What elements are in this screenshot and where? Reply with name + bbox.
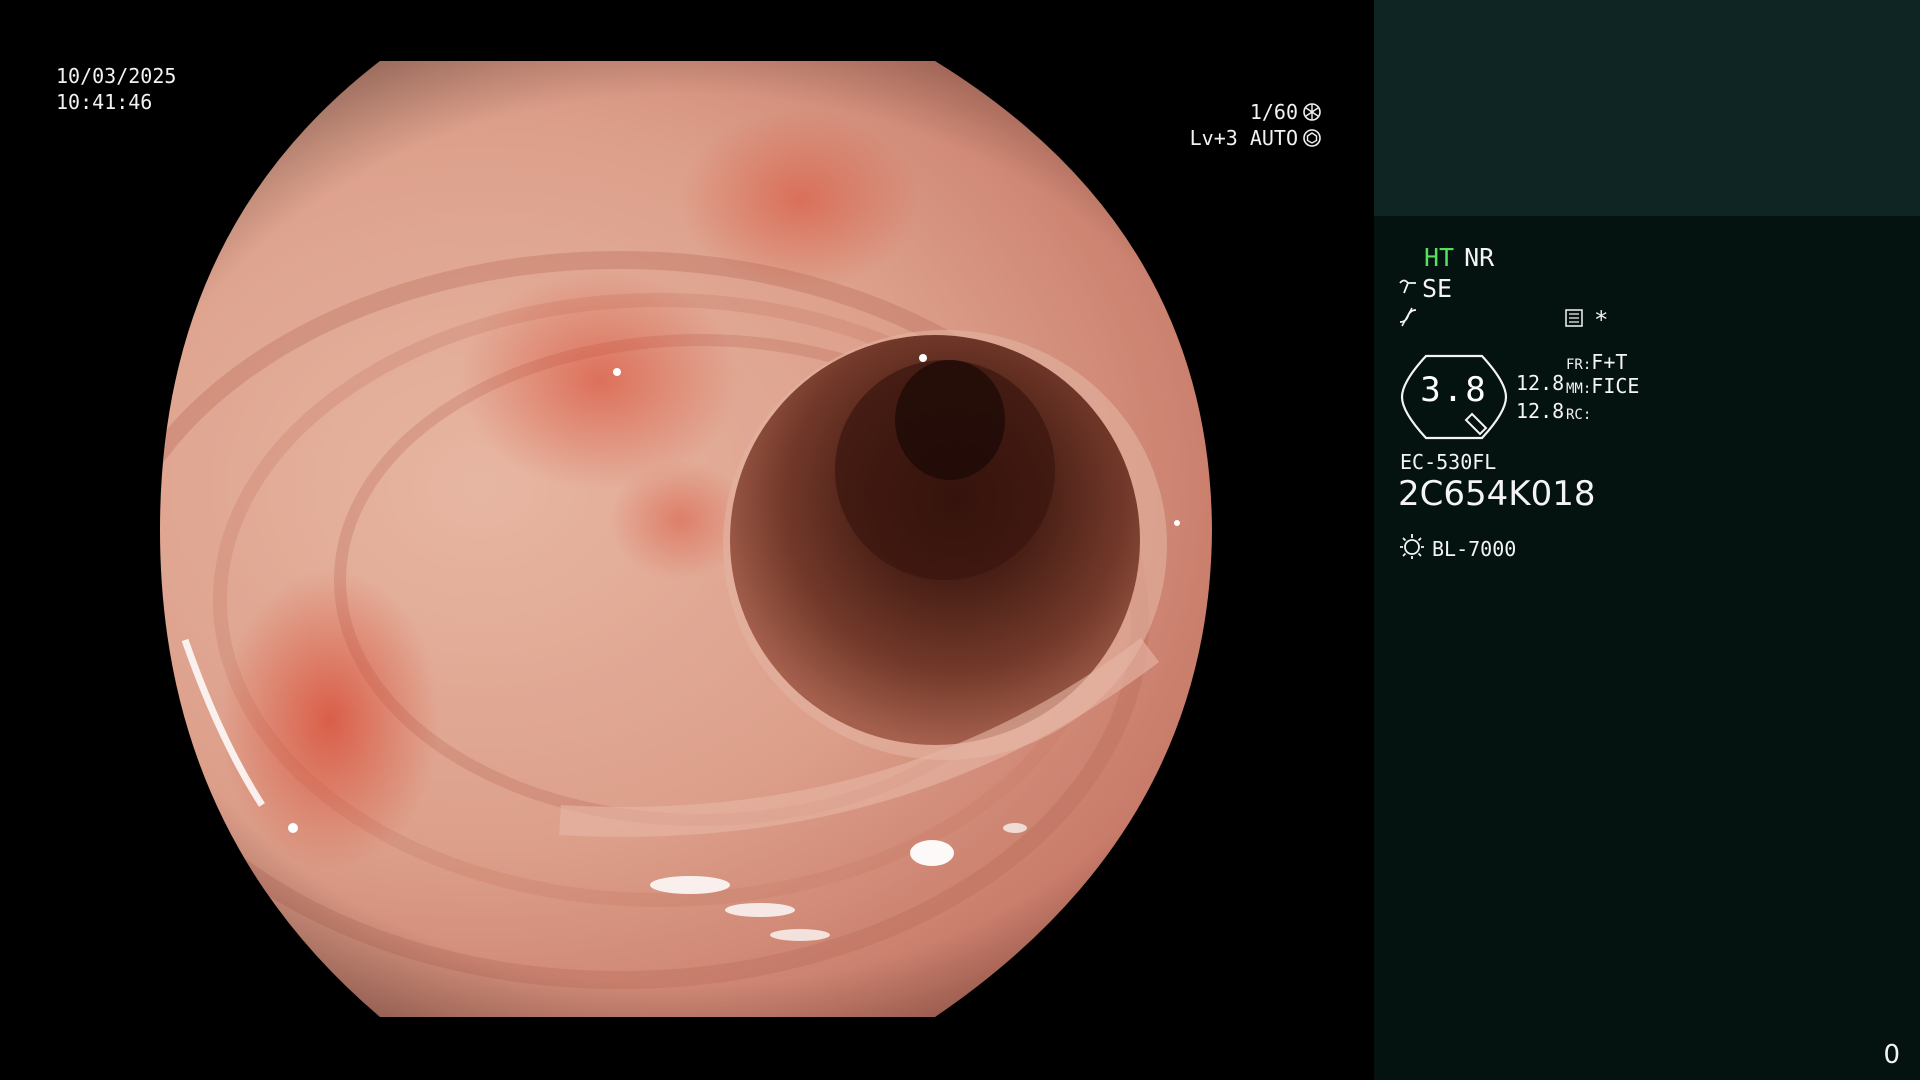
light-source-row: BL-7000: [1398, 532, 1516, 565]
fr-label: FR:: [1566, 357, 1592, 373]
mode-ht-label: HT: [1424, 243, 1455, 272]
time-text: 10:41:46: [56, 90, 153, 114]
fr-row: FR:F+T: [1566, 350, 1627, 374]
shutter-text: 1/60: [1249, 100, 1298, 124]
tone-curve-icon: [1398, 306, 1418, 334]
light-source-icon: [1398, 532, 1426, 565]
fr-value: F+T: [1591, 350, 1628, 374]
mm-row: MM:FICE: [1566, 374, 1639, 398]
rc-row: RC:: [1566, 400, 1591, 424]
patient-info-box: [1374, 0, 1920, 216]
endoscope-viewport: 10/03/2025 10:41:46 1/60 Lv+3 AUTO: [0, 0, 1374, 1080]
value-top: 12.8: [1516, 371, 1565, 395]
mm-label: MM:: [1566, 381, 1592, 397]
se-label: SE: [1422, 274, 1453, 303]
tone-row: [1398, 306, 1418, 334]
value-bottom: 12.8: [1516, 399, 1565, 423]
scope-serial: 2C654K018: [1398, 474, 1596, 514]
iris-icon: [1302, 128, 1322, 148]
light-source-text: BL-7000: [1432, 536, 1517, 561]
mode-nr-label: NR: [1464, 243, 1495, 272]
iris-text: Lv+3 AUTO: [1189, 126, 1298, 150]
shutter-icon: [1302, 102, 1322, 122]
rc-label: RC:: [1566, 407, 1592, 423]
gauge-value: 3.8: [1420, 370, 1488, 410]
asterisk-mark: *: [1594, 306, 1609, 334]
corner-counter: 0: [1883, 1040, 1900, 1070]
scope-model: EC-530FL: [1400, 450, 1497, 474]
endoscopy-screen: 10/03/2025 10:41:46 1/60 Lv+3 AUTO HT NR…: [0, 0, 1920, 1080]
date-time-overlay: 10/03/2025 10:41:46: [56, 63, 176, 115]
info-panel: HT NR SE * 3.8 12.8 12.8 FR:F+T MM:FICE …: [1374, 0, 1920, 1080]
mm-value: FICE: [1591, 374, 1640, 398]
date-text: 10/03/2025: [56, 64, 177, 88]
memo-row: *: [1564, 306, 1608, 334]
structure-enhancement-row: SE: [1398, 274, 1452, 303]
shutter-row: 1/60: [1190, 99, 1322, 125]
iris-row: Lv+3 AUTO: [1190, 125, 1322, 151]
endoscopic-image: [160, 61, 1212, 1017]
exposure-overlay: 1/60 Lv+3 AUTO: [1190, 99, 1322, 151]
memo-icon: [1564, 306, 1584, 334]
structure-enhance-icon: [1398, 274, 1420, 303]
image-mode-row: HT NR: [1424, 243, 1494, 272]
